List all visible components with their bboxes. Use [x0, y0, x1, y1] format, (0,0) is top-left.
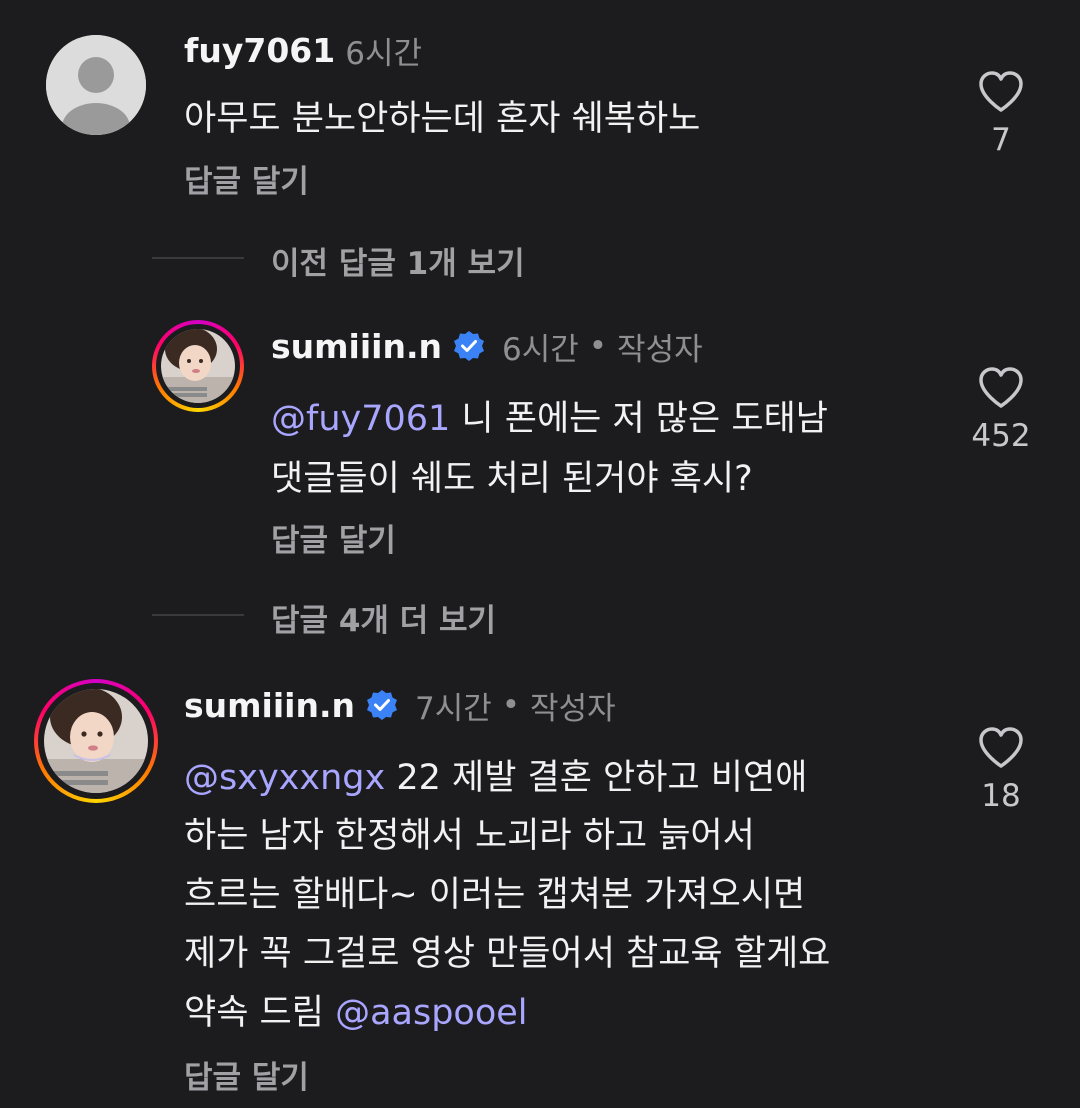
avatar[interactable]	[152, 320, 244, 412]
like-count: 452	[971, 418, 1031, 454]
comment-text-line: 하는 남자 한정해서 노괴라 하고 늙어서	[184, 816, 755, 856]
reply-header: sumiiin.n 6시간 • 작성자	[271, 324, 703, 368]
timestamp: 6시간	[501, 331, 579, 368]
comment-text-line: @sxyxxngx 22 제발 결혼 안하고 비연애	[184, 749, 807, 807]
separator-dot: •	[501, 687, 521, 723]
username[interactable]: sumiiin.n	[271, 327, 442, 366]
comment-text: 아무도 분노안하는데 혼자 쉐복하노	[184, 99, 701, 139]
reply-button[interactable]: 답글 달기	[184, 156, 309, 201]
verified-badge-icon	[366, 690, 397, 720]
reply-text-line: 댓글들이 쉐도 처리 된거야 혹시?	[271, 459, 753, 499]
reply-button[interactable]: 답글 달기	[184, 1052, 309, 1097]
text-segment: 22 제발 결혼 안하고 비연애	[385, 758, 808, 798]
view-more-replies[interactable]: 답글 4개 더 보기	[271, 595, 496, 640]
like-count: 18	[981, 778, 1021, 814]
username[interactable]: sumiiin.n	[184, 686, 355, 725]
username[interactable]: fuy7061	[184, 31, 335, 70]
mention-link[interactable]: @sxyxxngx	[184, 758, 385, 798]
like-button[interactable]: 452	[956, 366, 1046, 454]
heart-icon	[979, 367, 1023, 408]
timestamp: 6시간	[345, 35, 422, 72]
separator-dot: •	[588, 328, 608, 364]
like-button[interactable]: 18	[956, 726, 1046, 814]
reply-text-line: @fuy7061 니 폰에는 저 많은 도태남	[271, 390, 828, 448]
thread-line	[152, 257, 244, 259]
author-tag: 작성자	[530, 690, 616, 727]
profile-photo	[161, 329, 235, 403]
timestamp: 7시간	[414, 690, 492, 727]
comment-text-line: 제가 꼭 그걸로 영상 만들어서 참교육 할게요	[184, 934, 831, 974]
heart-icon	[979, 727, 1023, 768]
like-count: 7	[991, 122, 1011, 158]
text-segment: 약속 드림	[184, 993, 336, 1033]
profile-photo	[44, 689, 148, 793]
text-segment: 니 폰에는 저 많은 도태남	[450, 399, 828, 439]
heart-icon	[979, 71, 1023, 112]
avatar[interactable]	[34, 679, 158, 803]
reply-button[interactable]: 답글 달기	[271, 515, 396, 560]
like-button[interactable]: 7	[956, 70, 1046, 158]
thread-line	[152, 614, 244, 616]
mention-link[interactable]: @fuy7061	[271, 399, 450, 439]
comment-text-line: 약속 드림 @aaspooel	[184, 984, 528, 1042]
author-tag: 작성자	[617, 331, 703, 368]
avatar-default[interactable]	[46, 35, 146, 135]
verified-badge-icon	[453, 331, 484, 361]
mention-link[interactable]: @aaspooel	[335, 993, 527, 1033]
comment-text-line: 흐르는 할배다~ 이러는 캡쳐본 가져오시면	[184, 875, 806, 915]
view-previous-replies[interactable]: 이전 답글 1개 보기	[271, 238, 525, 283]
comment-header: sumiiin.n 7시간 • 작성자	[184, 683, 616, 727]
comment-header: fuy7061 6시간	[184, 28, 422, 72]
person-silhouette-icon	[46, 35, 146, 135]
